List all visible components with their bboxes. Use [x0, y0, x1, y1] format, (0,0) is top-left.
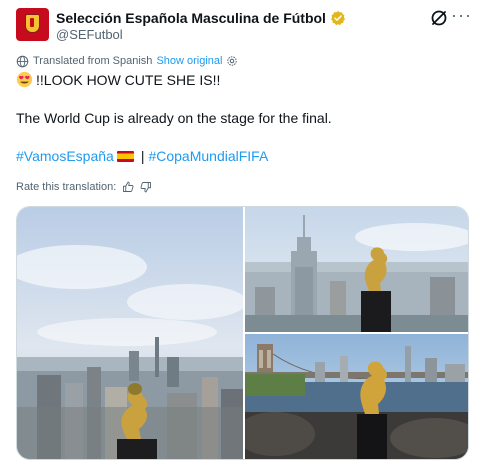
- hashtag-copa-mundial[interactable]: #CopaMundialFIFA: [148, 148, 268, 164]
- grok-icon[interactable]: [429, 8, 449, 28]
- more-button[interactable]: ···: [451, 6, 471, 28]
- translated-label: Translated from Spanish: [33, 55, 153, 67]
- gear-icon[interactable]: [226, 55, 238, 67]
- skyline-trophy-image: [17, 207, 243, 459]
- photo-skyline-trophy[interactable]: [17, 207, 243, 459]
- photo-bridge-trophy[interactable]: [245, 334, 468, 459]
- display-name[interactable]: Selección Española Masculina de Fútbol: [56, 10, 326, 26]
- tweet: Selección Española Masculina de Fútbol @…: [0, 0, 481, 472]
- spain-flag-icon: [116, 150, 134, 162]
- thumbs-down-icon[interactable]: [140, 181, 152, 193]
- author-row: Selección Española Masculina de Fútbol: [56, 8, 346, 28]
- avatar[interactable]: [16, 8, 49, 41]
- tweet-text-line-1: !!LOOK HOW CUTE SHE IS!!: [36, 71, 221, 88]
- photo-empire-state-trophy[interactable]: [245, 207, 468, 332]
- verified-badge-icon: [330, 11, 345, 26]
- bridge-trophy-image: [245, 334, 468, 459]
- hashtag-vamos-espana[interactable]: #VamosEspaña: [16, 148, 114, 164]
- show-original-link[interactable]: Show original: [156, 55, 222, 67]
- globe-icon: [16, 55, 29, 67]
- tweet-hashtags: #VamosEspaña | #CopaMundialFIFA: [16, 148, 268, 164]
- crest-icon: [25, 14, 40, 33]
- tweet-text-line-2: The World Cup is already on the stage fo…: [16, 110, 332, 126]
- tweet-line-1: !!LOOK HOW CUTE SHE IS!!: [16, 71, 220, 88]
- rate-translation: Rate this translation:: [16, 179, 152, 195]
- thumbs-up-icon[interactable]: [122, 181, 134, 193]
- separator: |: [140, 148, 145, 164]
- media-grid: [16, 206, 469, 460]
- heart-eyes-emoji-icon: [16, 71, 33, 88]
- rate-translation-label: Rate this translation:: [16, 181, 117, 193]
- translation-notice: Translated from Spanish Show original: [16, 53, 238, 69]
- empire-state-trophy-image: [245, 207, 468, 332]
- handle[interactable]: @SEFutbol: [56, 27, 123, 42]
